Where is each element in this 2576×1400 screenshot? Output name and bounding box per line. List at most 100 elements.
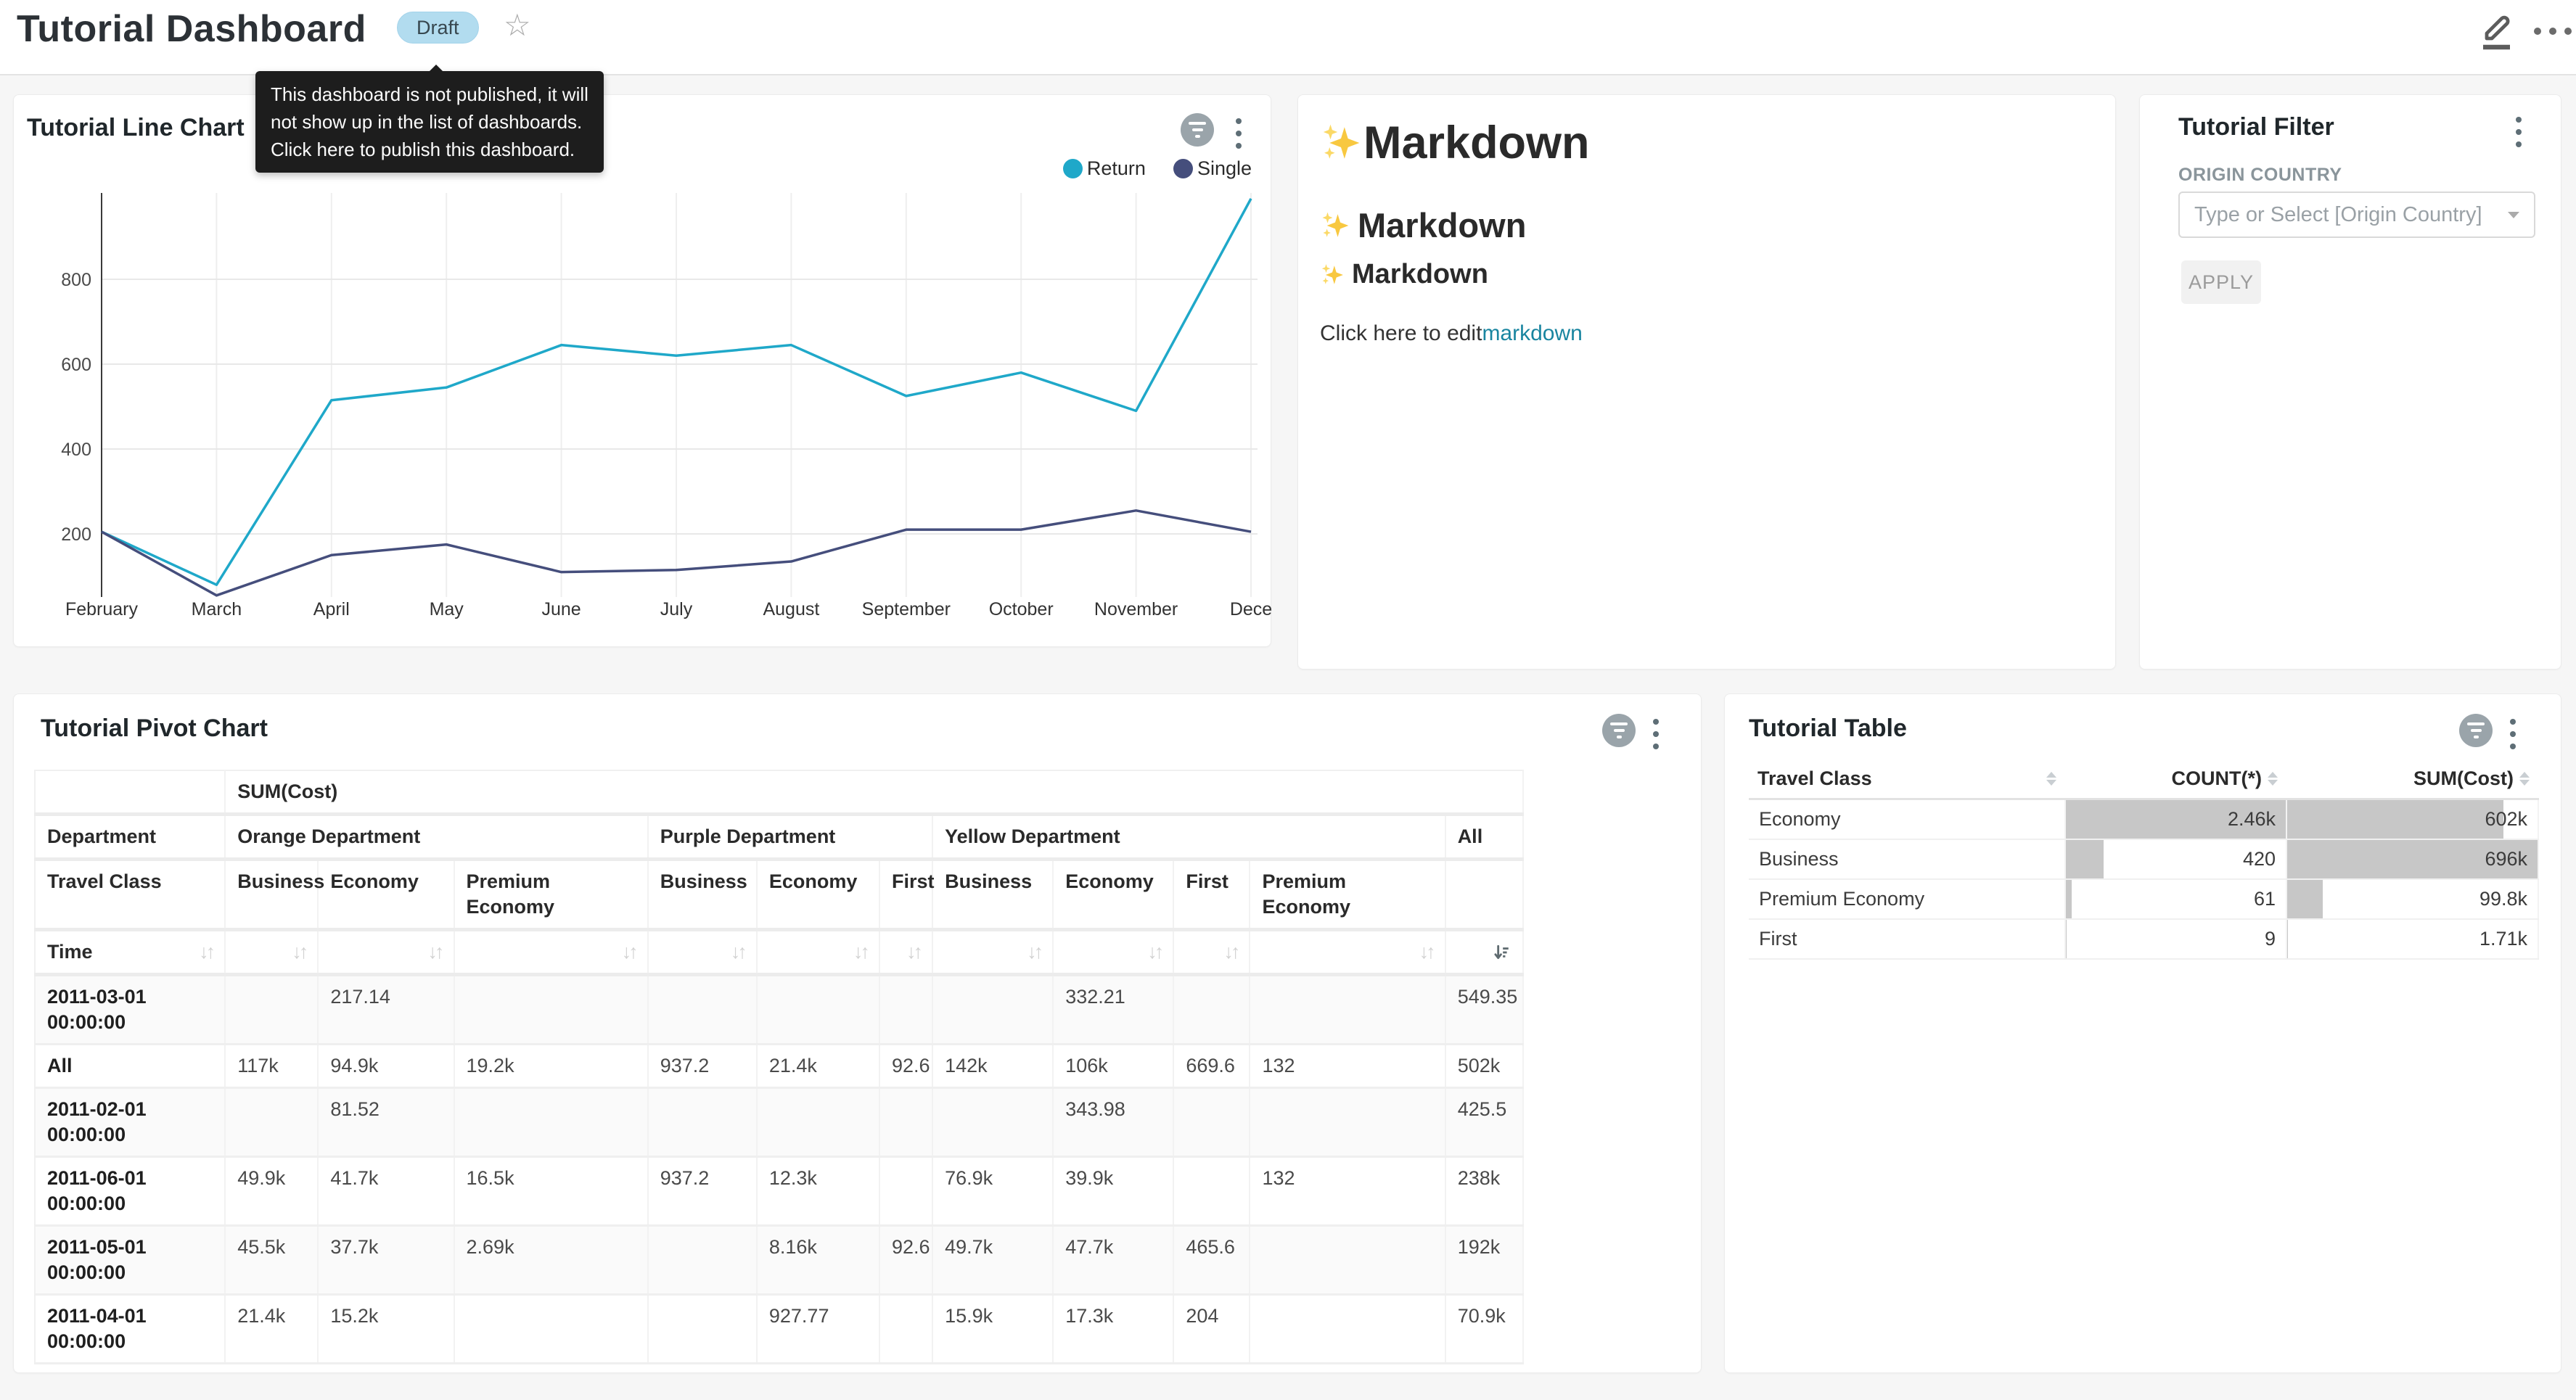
pivot-cell: 669.6 [1173, 1045, 1250, 1088]
sort-caret-icon [2046, 772, 2056, 786]
pivot-cell: 132 [1250, 1157, 1445, 1226]
count-cell: 2.46k [2065, 799, 2286, 840]
table-column-header[interactable]: COUNT(*) [2065, 759, 2286, 799]
sort-toggle-icon[interactable]: ↓↑ [853, 939, 867, 965]
origin-country-select[interactable]: Type or Select [Origin Country] [2178, 192, 2535, 238]
pivot-cell: 192k [1445, 1226, 1523, 1295]
edit-dashboard-icon[interactable] [2478, 12, 2516, 52]
pivot-cell [757, 975, 879, 1045]
pivot-sort-header[interactable]: ↓↑ [454, 930, 648, 975]
pivot-cell [648, 1295, 757, 1364]
pivot-sort-header[interactable]: ↓↑ [1053, 930, 1173, 975]
pivot-group-header: Purple Department [648, 815, 932, 860]
pivot-cell [225, 1088, 318, 1157]
sort-toggle-icon[interactable]: ↓↑ [731, 939, 745, 965]
x-axis-tick-label: May [430, 599, 464, 619]
pivot-sort-header[interactable]: ↓↑ [757, 930, 879, 975]
pivot-cell: 12.3k [757, 1157, 879, 1226]
pivot-cell: 217.14 [318, 975, 454, 1045]
chart-menu-icon[interactable] [1650, 716, 1662, 752]
x-axis-tick-label: September [862, 599, 951, 619]
pivot-sort-header[interactable]: ↓↑ [318, 930, 454, 975]
y-axis-tick-label: 600 [61, 355, 91, 375]
pivot-table: SUM(Cost)DepartmentOrange DepartmentPurp… [34, 770, 1524, 1364]
markdown-h3: Markdown [1320, 259, 1488, 290]
pivot-row-label: 2011-05-01 00:00:00 [35, 1226, 225, 1295]
publish-tooltip: This dashboard is not published, it will… [255, 71, 604, 173]
pivot-class-header: First [1173, 860, 1250, 930]
pivot-cell: 21.4k [757, 1045, 879, 1088]
pivot-cell [1250, 1088, 1445, 1157]
pivot-row-dimension-header: Travel Class [35, 860, 225, 930]
pivot-row: 2011-06-01 00:00:0049.9k41.7k16.5k937.21… [35, 1157, 1523, 1226]
pivot-cell [1173, 975, 1250, 1045]
sort-toggle-icon[interactable]: ↓↑ [1419, 939, 1433, 965]
sort-toggle-icon[interactable]: ↓↑ [292, 939, 305, 965]
pivot-cell: 132 [1250, 1045, 1445, 1088]
pivot-cell: 549.35 [1445, 975, 1523, 1045]
pivot-cell [1173, 1157, 1250, 1226]
sort-caret-icon [2268, 772, 2278, 786]
pivot-cell: 204 [1173, 1295, 1250, 1364]
pivot-sort-header[interactable]: ↓↑ [879, 930, 932, 975]
markdown-card: Markdown Markdown Markdown Click here to… [1297, 94, 2116, 670]
pivot-cell: 937.2 [648, 1157, 757, 1226]
pivot-cell [879, 1295, 932, 1364]
pivot-sort-header[interactable]: Time↓↑ [35, 930, 225, 975]
pivot-cell: 16.5k [454, 1157, 648, 1226]
pivot-class-header: Economy [757, 860, 879, 930]
chevron-down-icon [2508, 212, 2519, 218]
sort-caret-icon [2519, 772, 2530, 786]
pivot-row-label: 2011-04-01 00:00:00 [35, 1295, 225, 1364]
select-placeholder: Type or Select [Origin Country] [2194, 203, 2502, 227]
pivot-sort-header[interactable]: ↓↑ [1250, 930, 1445, 975]
table-card: Tutorial Table Travel ClassCOUNT(*)SUM(C… [1724, 693, 2561, 1373]
count-cell: 420 [2065, 839, 2286, 879]
sparkles-icon [1320, 210, 1350, 241]
table-column-header[interactable]: SUM(Cost) [2286, 759, 2538, 799]
filter-indicator-icon[interactable] [2459, 714, 2493, 747]
apply-button[interactable]: APPLY [2181, 260, 2261, 304]
pivot-row: 2011-03-01 00:00:00217.14332.21549.35 [35, 975, 1523, 1045]
filter-indicator-icon[interactable] [1602, 714, 1636, 747]
x-axis-tick-label: Dece [1230, 599, 1272, 619]
chart-menu-icon[interactable] [2507, 716, 2519, 752]
sort-toggle-icon[interactable]: ↓↑ [1223, 939, 1237, 965]
pivot-sort-header[interactable]: ↓↑ [648, 930, 757, 975]
pivot-cell: 17.3k [1053, 1295, 1173, 1364]
sort-toggle-icon[interactable]: ↓↑ [1027, 939, 1041, 965]
sort-toggle-icon[interactable]: ↓↑ [428, 939, 442, 965]
pivot-cell: 106k [1053, 1045, 1173, 1088]
origin-country-label: ORIGIN COUNTRY [2178, 165, 2342, 186]
filter-menu-icon[interactable] [2513, 114, 2524, 150]
pivot-sort-header[interactable]: ↓↑ [932, 930, 1053, 975]
pivot-corner-cell [35, 770, 225, 815]
pivot-row: 2011-02-01 00:00:0081.52343.98425.5 [35, 1088, 1523, 1157]
tooltip-line: Click here to publish this dashboard. [271, 136, 588, 163]
table-row: Business420696k [1749, 839, 2538, 879]
sum-cell: 696k [2286, 839, 2538, 879]
pivot-sort-header[interactable]: ↓↑ [1173, 930, 1250, 975]
sort-toggle-icon[interactable]: ↓↑ [1147, 939, 1161, 965]
markdown-h2: Markdown [1320, 205, 1526, 245]
sort-toggle-icon[interactable]: ↓↑ [622, 939, 636, 965]
markdown-link[interactable]: markdown [1482, 321, 1582, 346]
filter-card: Tutorial Filter ORIGIN COUNTRY Type or S… [2139, 94, 2561, 670]
pivot-cell: 927.77 [757, 1295, 879, 1364]
status-badge[interactable]: Draft [397, 12, 479, 44]
pivot-class-header [1445, 860, 1523, 930]
pivot-cell [1173, 1088, 1250, 1157]
favorite-star-icon[interactable]: ☆ [504, 7, 531, 43]
table-column-header[interactable]: Travel Class [1749, 759, 2065, 799]
pivot-cell: 92.6 [879, 1045, 932, 1088]
sort-descending-icon[interactable] [1492, 943, 1511, 962]
sparkles-icon [1320, 263, 1345, 287]
pivot-class-header: Economy [1053, 860, 1173, 930]
more-actions-icon[interactable] [2534, 28, 2572, 35]
pivot-cell: 937.2 [648, 1045, 757, 1088]
pivot-sort-header[interactable]: ↓↑ [225, 930, 318, 975]
pivot-sort-header[interactable] [1445, 930, 1523, 975]
sort-toggle-icon[interactable]: ↓↑ [906, 939, 920, 965]
pivot-cell: 15.9k [932, 1295, 1053, 1364]
sort-toggle-icon[interactable]: ↓↑ [199, 939, 213, 965]
